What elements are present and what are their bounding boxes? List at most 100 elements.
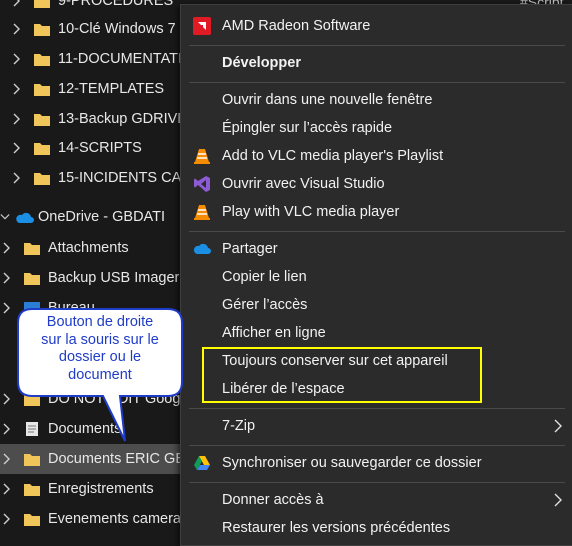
menu-separator xyxy=(189,408,565,409)
menu-item-give-access[interactable]: Donner accès à xyxy=(181,486,572,514)
tree-item[interactable]: 13-Backup GDRIVE xyxy=(0,104,200,134)
folder-icon xyxy=(34,0,50,8)
tree-item[interactable]: 11-DOCUMENTATI xyxy=(0,44,200,74)
chevron-right-icon[interactable] xyxy=(12,22,22,36)
tree-item-label: Enregistrements xyxy=(48,481,154,497)
callout-text: Bouton de droite sur la souris sur le do… xyxy=(24,314,176,384)
tree-item-label: 9-PROCEDURES xyxy=(58,0,174,9)
tree-item-label: Backup USB Imager xyxy=(48,270,180,286)
menu-item-label: Copier le lien xyxy=(222,269,307,285)
chevron-right-icon[interactable] xyxy=(2,482,12,496)
folder-icon xyxy=(24,514,40,526)
tree-item[interactable]: 12-TEMPLATES xyxy=(0,74,200,104)
tree-item-selected[interactable]: Documents ERIC GB xyxy=(0,444,200,474)
tree-item-label: 10-Clé Windows 7 xyxy=(58,21,176,37)
tree-item-label: 14-SCRIPTS xyxy=(58,140,142,156)
menu-item-label: Épingler sur l’accès rapide xyxy=(222,120,393,136)
menu-item-vlc-play[interactable]: Play with VLC media player xyxy=(181,198,572,226)
folder-icon xyxy=(34,54,50,66)
menu-item-label: Play with VLC media player xyxy=(222,204,400,220)
chevron-right-icon[interactable] xyxy=(12,171,22,185)
chevron-right-icon[interactable] xyxy=(2,271,12,285)
visual-studio-icon xyxy=(194,176,210,192)
chevron-right-icon[interactable] xyxy=(2,452,12,466)
menu-item-developper[interactable]: Développer xyxy=(181,49,572,77)
onedrive-cloud-icon xyxy=(16,212,34,223)
menu-separator xyxy=(189,45,565,46)
menu-separator xyxy=(189,82,565,83)
amd-radeon-icon xyxy=(193,17,211,35)
menu-item-label: Développer xyxy=(222,55,301,71)
folder-icon xyxy=(24,394,40,406)
tree-item-label: 12-TEMPLATES xyxy=(58,81,165,97)
menu-separator xyxy=(189,445,565,446)
folder-icon xyxy=(24,243,40,255)
menu-item-open-new-window[interactable]: Ouvrir dans une nouvelle fenêtre xyxy=(181,86,572,114)
chevron-down-icon[interactable] xyxy=(0,210,10,224)
folder-icon xyxy=(34,143,50,155)
menu-item-google-sync[interactable]: Synchroniser ou sauvegarder ce dossier xyxy=(181,449,572,477)
tree-item[interactable]: Documents xyxy=(0,414,200,444)
menu-item-label: Partager xyxy=(222,241,278,257)
tree-item[interactable]: Backup USB Imager xyxy=(0,263,200,293)
tree-item[interactable]: Evenements camera xyxy=(0,504,200,534)
vlc-cone-icon xyxy=(194,205,210,220)
chevron-right-icon[interactable] xyxy=(2,422,12,436)
chevron-right-icon[interactable] xyxy=(2,301,12,315)
tree-item-label: Documents xyxy=(48,421,122,437)
menu-item-label: Ouvrir avec Visual Studio xyxy=(222,176,385,192)
tree-item[interactable]: DO NOT EDIT Goog xyxy=(0,384,200,414)
chevron-right-icon[interactable] xyxy=(2,512,12,526)
menu-item-copy-link[interactable]: Copier le lien xyxy=(181,263,572,291)
menu-item-amd-radeon[interactable]: AMD Radeon Software xyxy=(181,12,572,40)
menu-item-vlc-playlist[interactable]: Add to VLC media player's Playlist xyxy=(181,142,572,170)
menu-item-label: Add to VLC media player's Playlist xyxy=(222,148,444,164)
menu-item-restore-versions[interactable]: Restaurer les versions précédentes xyxy=(181,514,572,542)
chevron-right-icon[interactable] xyxy=(12,52,22,66)
menu-item-label: 7-Zip xyxy=(222,418,256,434)
tree-item-onedrive[interactable]: OneDrive - GBDATI xyxy=(0,202,200,232)
menu-separator xyxy=(189,482,565,483)
menu-item-manage-access[interactable]: Gérer l’accès xyxy=(181,291,572,319)
tree-item-label: 11-DOCUMENTATI xyxy=(58,51,183,67)
chevron-right-icon[interactable] xyxy=(12,82,22,96)
folder-icon xyxy=(24,484,40,496)
onedrive-cloud-icon xyxy=(193,243,211,254)
callout-line: dossier ou le xyxy=(58,349,142,365)
callout-line: sur la souris sur le xyxy=(41,331,159,348)
tree-item-label: Documents ERIC GB xyxy=(48,451,185,467)
menu-item-visual-studio[interactable]: Ouvrir avec Visual Studio xyxy=(181,170,572,198)
vlc-cone-icon xyxy=(194,149,210,164)
menu-item-label: Donner accès à xyxy=(222,492,324,508)
submenu-arrow-icon xyxy=(554,419,562,433)
chevron-right-icon[interactable] xyxy=(2,241,12,255)
folder-icon xyxy=(34,173,50,185)
chevron-right-icon[interactable] xyxy=(12,112,22,126)
tree-item[interactable]: 14-SCRIPTS xyxy=(0,133,200,163)
menu-item-share[interactable]: Partager xyxy=(181,235,572,263)
tree-item-label: 13-Backup GDRIVE xyxy=(58,111,187,127)
chevron-right-icon[interactable] xyxy=(12,141,22,155)
tree-item[interactable]: Enregistrements xyxy=(0,474,200,504)
menu-item-label: Afficher en ligne xyxy=(222,325,326,341)
desktop-folder-icon xyxy=(24,302,40,313)
menu-item-7zip[interactable]: 7-Zip xyxy=(181,412,572,440)
tree-item[interactable]: Attachments xyxy=(0,233,200,263)
folder-icon xyxy=(24,273,40,285)
tree-item-label: OneDrive - GBDATI xyxy=(38,209,166,225)
menu-item-label: Gérer l’accès xyxy=(222,297,308,313)
chevron-right-icon[interactable] xyxy=(12,0,22,8)
menu-item-view-online[interactable]: Afficher en ligne xyxy=(181,319,572,347)
folder-icon xyxy=(34,24,50,36)
menu-item-label: Synchroniser ou sauvegarder ce dossier xyxy=(222,455,482,471)
submenu-arrow-icon xyxy=(554,493,562,507)
tree-item[interactable]: 15-INCIDENTS CAI xyxy=(0,163,200,193)
chevron-right-icon[interactable] xyxy=(2,392,12,406)
tree-item-label: 15-INCIDENTS CAI xyxy=(58,170,186,186)
highlight-box xyxy=(202,347,482,403)
tree-item-label: Attachments xyxy=(48,240,129,256)
menu-item-pin-quick-access[interactable]: Épingler sur l’accès rapide xyxy=(181,114,572,142)
folder-icon xyxy=(24,454,40,466)
callout-line: document xyxy=(68,366,132,383)
tree-item[interactable]: 10-Clé Windows 7 xyxy=(0,14,200,44)
